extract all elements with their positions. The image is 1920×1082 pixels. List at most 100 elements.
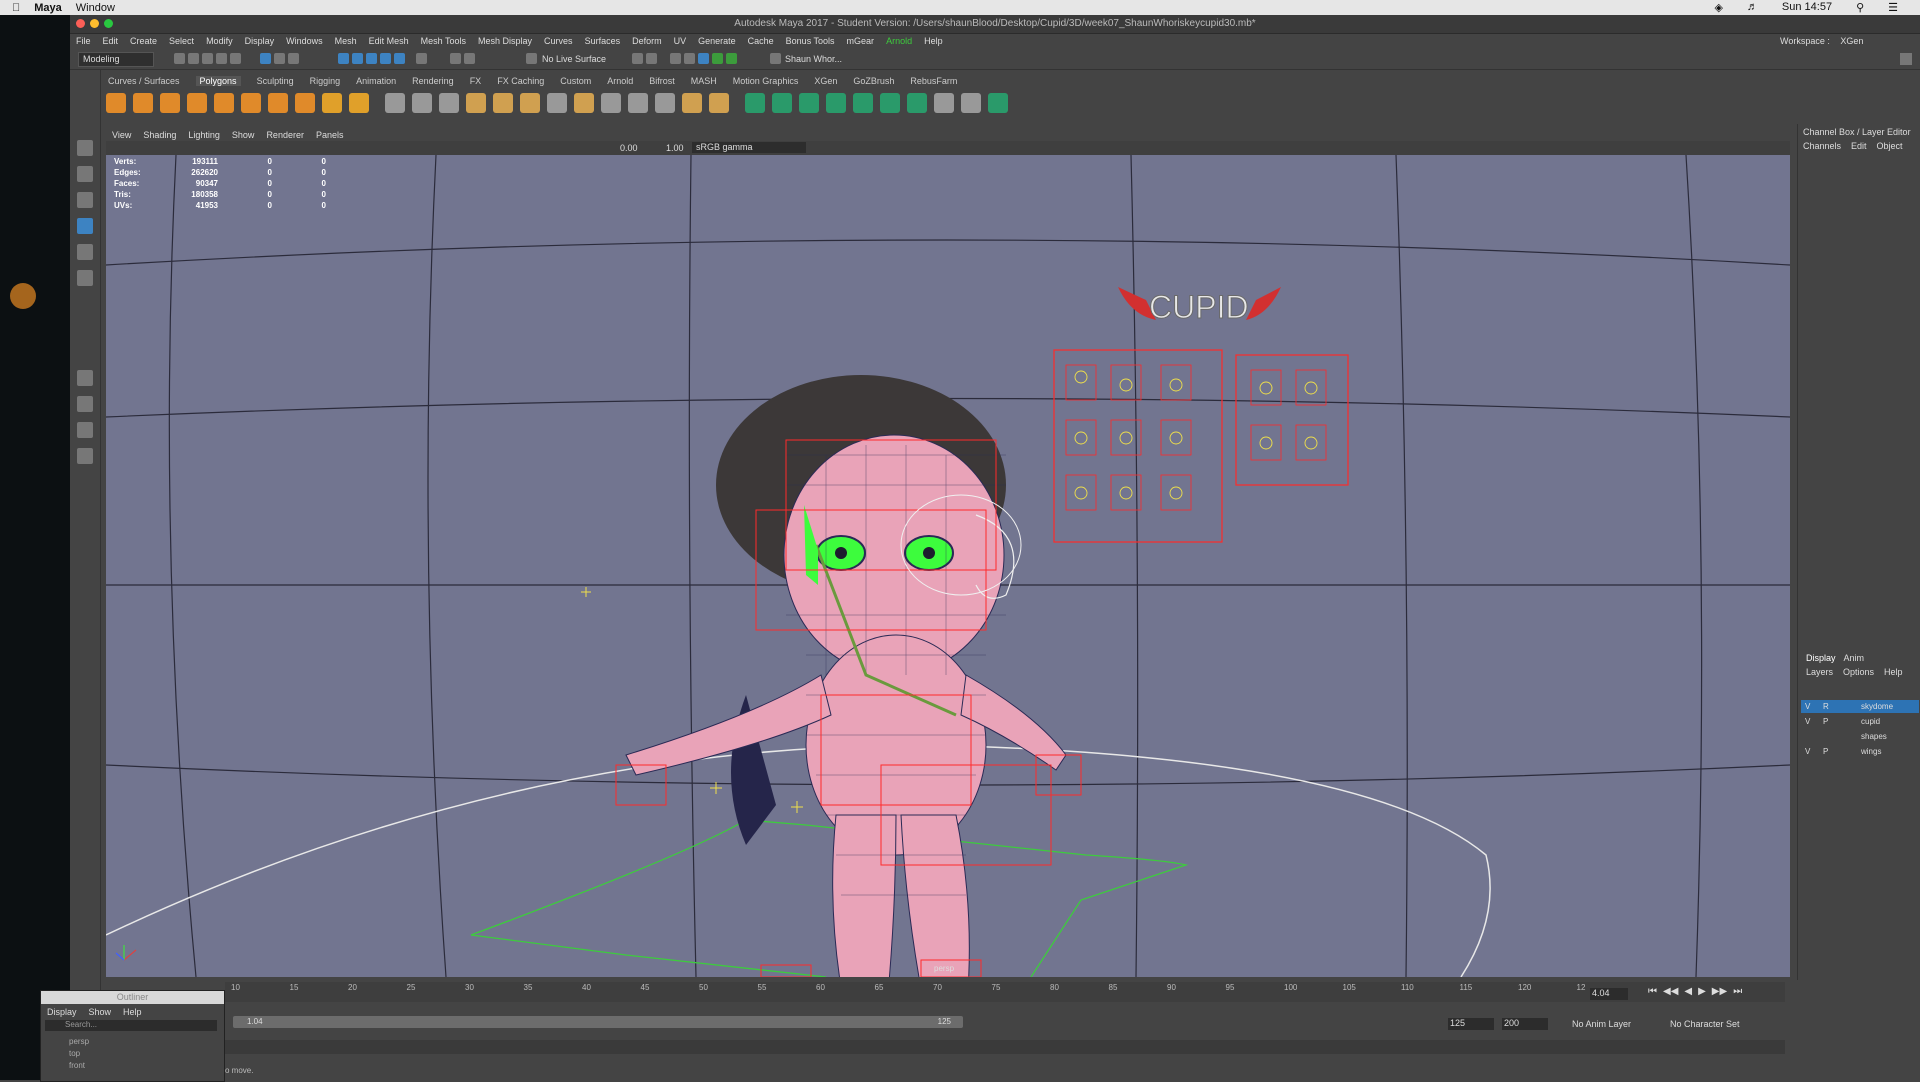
uv-cut-icon[interactable] [853,93,873,113]
render-settings-icon[interactable] [670,53,681,64]
menu-set-dropdown[interactable]: Modeling [78,52,154,67]
poly-cone-icon[interactable] [187,93,207,113]
shelf-tab-fx[interactable]: FX [470,76,482,86]
range-slider[interactable]: 1.04 125 [233,1016,963,1028]
rotate-tool-icon[interactable] [77,244,93,260]
exposure-value[interactable]: 0.00 [620,143,638,153]
uv-cylindrical-icon[interactable] [826,93,846,113]
workspace-value[interactable]: XGen [1840,36,1863,46]
layer-playback-toggle[interactable]: P [1823,715,1828,728]
uv-checker-icon[interactable] [961,93,981,113]
select-component-icon[interactable] [288,53,299,64]
menu-surfaces[interactable]: Surfaces [585,36,621,46]
outliner-menu-display[interactable]: Display [47,1007,77,1017]
attribute-editor-icon[interactable] [726,53,737,64]
magnet-icon[interactable] [464,53,475,64]
command-line[interactable] [225,1040,1785,1054]
wedge-icon[interactable] [682,93,702,113]
perspective-viewport[interactable]: CUPID Verts: 193111 0 0 Edges: 262620 0 0 Faces:… [106,155,1790,977]
layer-name[interactable]: shapes [1861,730,1887,743]
colorspace-dropdown[interactable]: sRGB gamma [692,142,806,153]
modeling-toolkit-icon[interactable] [712,53,723,64]
outliner-layout-icon[interactable] [77,448,93,464]
merge-icon[interactable] [628,93,648,113]
lasso-tool-icon[interactable] [77,166,93,182]
menu-mgear[interactable]: mGear [847,36,875,46]
layer-playback-toggle[interactable]: P [1823,745,1828,758]
render-frame-icon[interactable] [632,53,643,64]
menu-create[interactable]: Create [130,36,157,46]
menu-generate[interactable]: Generate [698,36,736,46]
undo-icon[interactable] [216,53,227,64]
arnold-render-icon[interactable] [698,53,709,64]
shelf-tab-sculpting[interactable]: Sculpting [257,76,294,86]
channel-box-menu-channels[interactable]: Channels [1803,141,1841,151]
menu-curves[interactable]: Curves [544,36,573,46]
uv-sew-icon[interactable] [880,93,900,113]
viewport-menu-show[interactable]: Show [232,130,255,140]
layer-tab-display[interactable]: Display [1806,653,1836,663]
go-to-start-icon[interactable]: ⏮ [1648,986,1657,997]
outliner-search[interactable]: Search... [45,1020,217,1031]
uv-layout-icon[interactable] [934,93,954,113]
snap-grid-icon[interactable] [338,53,349,64]
menu-mesh[interactable]: Mesh [335,36,357,46]
window-menu[interactable]: Window [76,2,115,14]
open-scene-icon[interactable] [188,53,199,64]
connect-icon[interactable] [601,93,621,113]
menu-edit-mesh[interactable]: Edit Mesh [369,36,409,46]
shelf-tab-rigging[interactable]: Rigging [310,76,341,86]
anim-end-field[interactable]: 125 [1448,1018,1494,1030]
select-hierarchy-icon[interactable] [260,53,271,64]
current-frame-field[interactable]: 4.04 [1590,988,1628,1000]
menu-edit[interactable]: Edit [103,36,119,46]
apple-icon[interactable]:  [12,2,20,14]
layer-menu-options[interactable]: Options [1843,667,1874,677]
layer-row[interactable]: V Rskydome [1801,700,1919,713]
layer-visibility-toggle[interactable]: V [1805,700,1810,713]
menu-arnold[interactable]: Arnold [886,36,912,46]
layer-menu-help[interactable]: Help [1884,667,1903,677]
outliner-item[interactable]: top [69,1049,80,1058]
poly-cylinder-icon[interactable] [160,93,180,113]
play-back-icon[interactable]: ◀ [1684,986,1692,997]
outliner-item[interactable]: front [69,1061,85,1070]
snap-curve-icon[interactable] [352,53,363,64]
menu-list-icon[interactable]: ☰ [1888,1,1898,14]
target-weld-icon[interactable] [574,93,594,113]
playback-end-field[interactable]: 200 [1502,1018,1548,1030]
viewport-menu-panels[interactable]: Panels [316,130,344,140]
four-view-icon[interactable] [77,396,93,412]
menu-file[interactable]: File [76,36,91,46]
layer-row[interactable]: V Pcupid [1801,715,1919,728]
menu-uv[interactable]: UV [674,36,687,46]
select-tool-icon[interactable] [77,140,93,156]
go-to-end-icon[interactable]: ⏭ [1733,986,1742,997]
hypershade-icon[interactable] [684,53,695,64]
app-menu[interactable]: Maya [34,2,62,14]
layer-row[interactable]: V Pwings [1801,745,1919,758]
user-dropdown[interactable]: Shaun Whor... [785,54,842,64]
new-scene-icon[interactable] [174,53,185,64]
menu-mesh-tools[interactable]: Mesh Tools [421,36,466,46]
character-set-dropdown[interactable]: No Character Set [1670,1019,1740,1029]
live-surface-label[interactable]: No Live Surface [542,54,606,64]
scale-tool-icon[interactable] [77,270,93,286]
step-back-icon[interactable]: ◀◀ [1663,986,1678,997]
save-scene-icon[interactable] [202,53,213,64]
outliner-menu-show[interactable]: Show [89,1007,112,1017]
snap-view-icon[interactable] [380,53,391,64]
shelf-tab-bifrost[interactable]: Bifrost [649,76,675,86]
uv-unfold-icon[interactable] [907,93,927,113]
combine-icon[interactable] [385,93,405,113]
volume-icon[interactable]: ♬ [1747,1,1758,14]
ipr-render-icon[interactable] [646,53,657,64]
single-view-icon[interactable] [77,370,93,386]
live-surface-icon[interactable] [526,53,537,64]
eye-control-panel[interactable] [1235,354,1349,486]
poly-pipe-icon[interactable] [295,93,315,113]
poly-type-icon[interactable] [322,93,342,113]
poly-prism-icon[interactable] [268,93,288,113]
menu-help[interactable]: Help [924,36,943,46]
workspace-selector[interactable]: Workspace : XGen [1780,36,1863,46]
